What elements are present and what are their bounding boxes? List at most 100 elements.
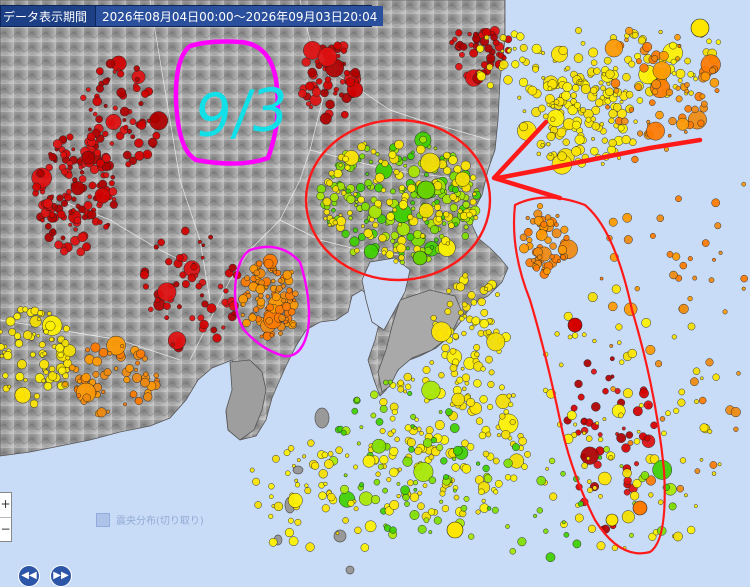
epicenter-dot <box>360 543 370 552</box>
epicenter-dot <box>741 181 747 187</box>
epicenter-dot <box>332 219 338 226</box>
epicenter-dot <box>398 184 406 192</box>
epicenter-dot <box>256 297 266 307</box>
epicenter-dot <box>189 315 196 322</box>
epicenter-dot <box>410 377 415 382</box>
epicenter-dot <box>272 454 280 463</box>
epicenter-dot <box>389 500 400 510</box>
epicenter-dot <box>603 56 612 65</box>
epicenter-dot <box>443 474 449 480</box>
epicenter-dot <box>340 190 347 196</box>
epicenter-dot <box>103 223 110 230</box>
epicenter-dot <box>417 524 427 534</box>
epicenter-dot <box>644 435 651 442</box>
epicenter-dot <box>387 379 393 385</box>
epicenter-dot <box>407 479 414 487</box>
epicenter-dot <box>492 457 500 465</box>
epicenter-dot <box>625 431 634 439</box>
epicenter-dot <box>531 258 536 263</box>
epicenter-dot <box>87 194 93 200</box>
epicenter-dot <box>323 216 328 221</box>
epicenter-dot <box>425 426 434 435</box>
epicenter-dot <box>42 198 53 209</box>
epicenter-dot <box>580 40 586 46</box>
epicenter-dot <box>557 259 561 264</box>
epicenter-dot <box>459 316 465 322</box>
epicenter-dot <box>591 136 595 141</box>
epicenter-dot <box>587 487 593 494</box>
epicenter-dot <box>648 492 654 498</box>
epicenter-dot <box>410 150 415 155</box>
epicenter-dot <box>323 89 328 94</box>
epicenter-dot <box>271 292 281 302</box>
epicenter-dot <box>358 491 374 506</box>
epicenter-dot <box>687 71 694 78</box>
epicenter-dot <box>446 300 454 308</box>
epicenter-dot <box>92 371 100 378</box>
epicenter-dot <box>109 200 118 209</box>
epicenter-dot <box>391 428 397 434</box>
epicenter-dot <box>98 347 109 358</box>
epicenter-dot <box>57 210 66 219</box>
epicenter-dot <box>269 333 275 338</box>
epicenter-dot <box>149 111 169 131</box>
epicenter-dot <box>44 223 52 230</box>
epicenter-dot <box>482 450 490 458</box>
epicenter-dot <box>676 117 690 131</box>
epicenter-dot <box>709 78 720 88</box>
epicenter-dot <box>683 493 688 498</box>
epicenter-dot <box>473 31 479 37</box>
epicenter-dot <box>537 203 544 210</box>
epicenter-dot <box>460 366 465 371</box>
epicenter-dot <box>572 120 581 130</box>
next-button[interactable]: ▶▶ <box>50 565 72 587</box>
epicenter-dot <box>42 351 48 357</box>
epicenter-dot <box>583 359 592 368</box>
epicenter-dot <box>581 462 588 470</box>
epicenter-dot <box>669 41 677 50</box>
epicenter-dot <box>335 446 343 454</box>
epicenter-dot <box>678 388 686 396</box>
epicenter-dot <box>404 424 412 432</box>
previous-button[interactable]: ◀◀ <box>18 565 40 587</box>
epicenter-dot <box>284 528 294 538</box>
epicenter-dot <box>462 386 467 392</box>
epicenter-dot <box>316 192 325 201</box>
epicenter-dot <box>252 477 261 486</box>
epicenter-dot <box>687 525 696 535</box>
epicenter-dot <box>83 201 93 210</box>
epicenter-dot <box>242 318 251 328</box>
epicenter-dot <box>428 530 433 535</box>
zoom-in-button[interactable]: + <box>0 493 11 518</box>
epicenter-dot <box>452 332 459 340</box>
epicenter-dot <box>462 201 470 209</box>
epicenter-dot <box>349 236 360 247</box>
epicenter-dot <box>547 86 553 91</box>
epicenter-dot <box>509 548 517 555</box>
zoom-out-button[interactable]: − <box>0 518 11 542</box>
epicenter-dot <box>80 94 87 101</box>
epicenter-map[interactable]: 9/3 <box>0 0 750 576</box>
epicenter-dot <box>66 133 74 141</box>
epicenter-dot <box>600 161 605 166</box>
epicenter-dot <box>636 429 641 434</box>
epicenter-dot <box>487 403 494 410</box>
epicenter-dot <box>433 146 438 151</box>
epicenter-dot <box>419 233 426 239</box>
epicenter-dot <box>176 304 182 310</box>
epicenter-dot <box>550 116 556 122</box>
epicenter-dot <box>455 62 463 71</box>
epicenter-dot <box>461 232 470 240</box>
epicenter-dot <box>623 488 631 496</box>
epicenter-dot <box>503 458 513 468</box>
epicenter-dot <box>82 393 91 402</box>
epicenter-dot <box>340 429 347 436</box>
epicenter-dot <box>540 220 548 228</box>
epicenter-dot <box>86 132 96 141</box>
epicenter-dot <box>679 457 687 464</box>
epicenter-dot <box>621 117 629 126</box>
epicenter-dot <box>476 71 487 82</box>
epicenter-dot <box>132 372 142 383</box>
epicenter-dot <box>87 210 97 220</box>
epicenter-dot <box>473 344 481 351</box>
